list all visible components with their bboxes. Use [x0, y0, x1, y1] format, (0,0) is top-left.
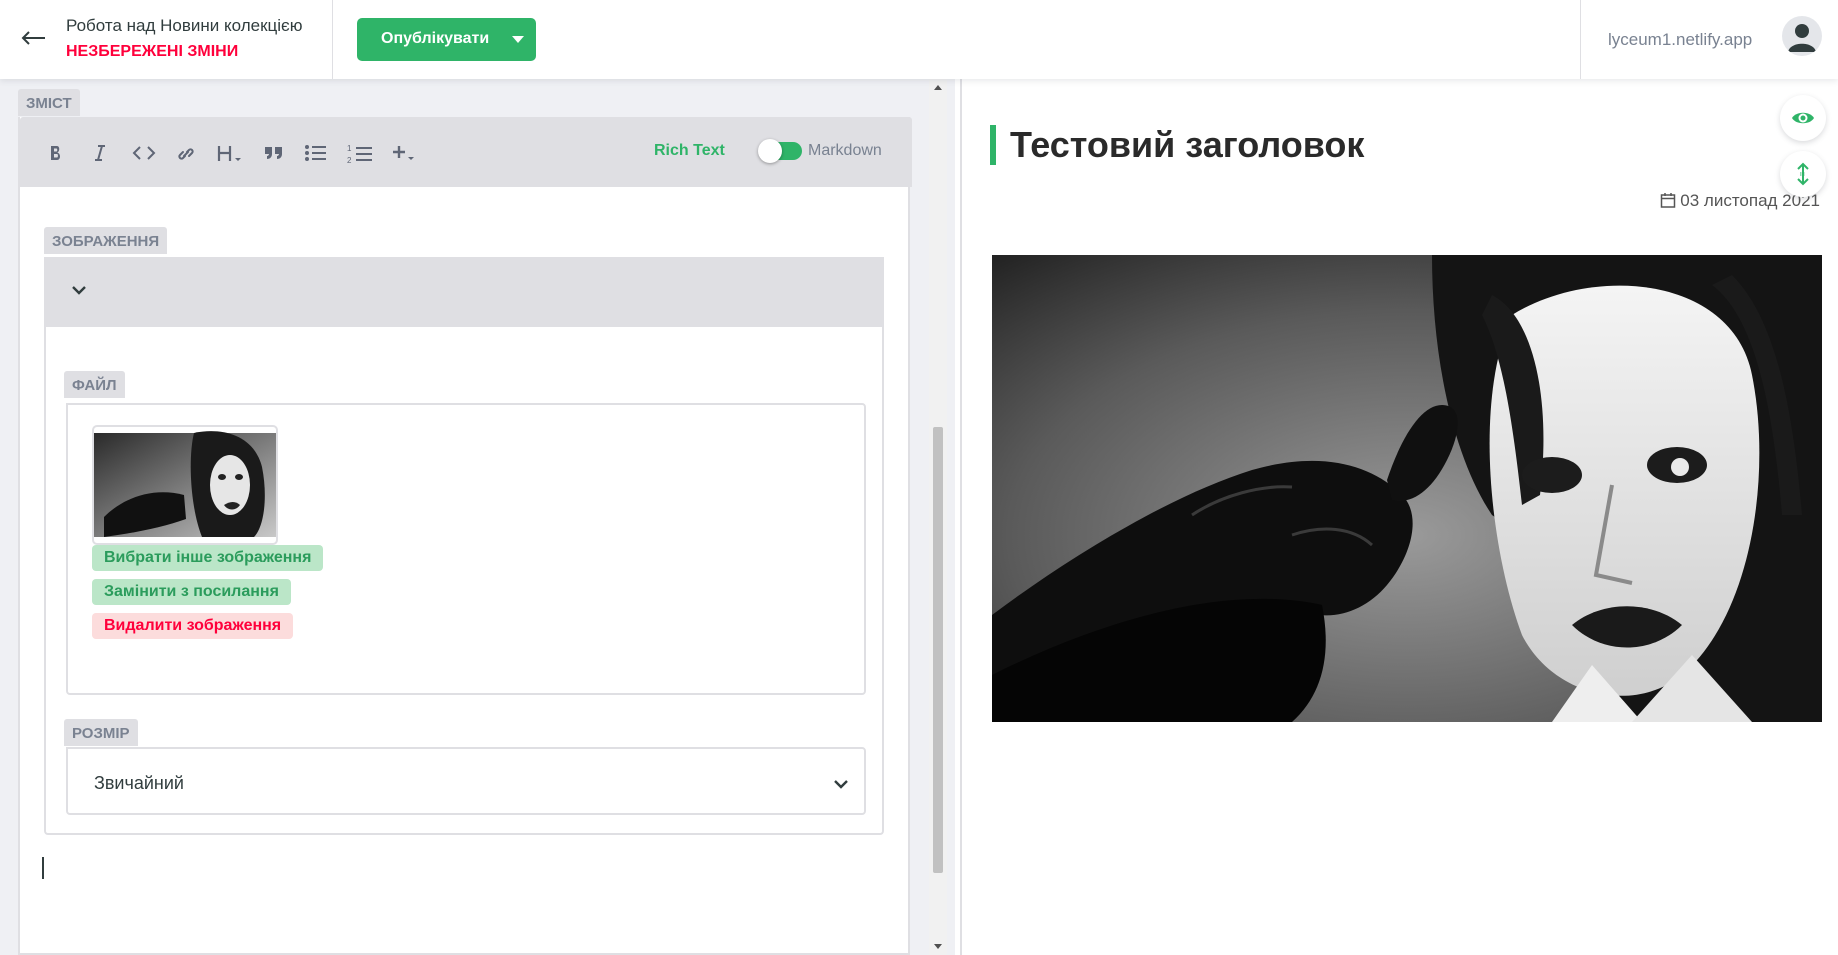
- calendar-icon: [1660, 193, 1675, 208]
- numbered-list-icon[interactable]: 12: [342, 137, 378, 169]
- remove-image-button[interactable]: Видалити зображення: [92, 613, 294, 639]
- unsaved-status: НЕЗБЕРЕЖЕНІ ЗМІНИ: [66, 43, 239, 60]
- divider: [332, 0, 333, 79]
- editor-scrollbar[interactable]: [929, 79, 947, 955]
- bold-icon[interactable]: [38, 137, 74, 169]
- file-field-label: ФАЙЛ: [64, 371, 125, 398]
- collapse-toggle[interactable]: [46, 257, 882, 327]
- heading-icon[interactable]: [212, 137, 248, 169]
- scroll-up-icon[interactable]: [934, 85, 942, 90]
- user-avatar-icon[interactable]: [1782, 16, 1822, 56]
- mode-toggle[interactable]: [758, 139, 802, 163]
- italic-icon[interactable]: [82, 137, 118, 169]
- chevron-down-icon[interactable]: [70, 281, 88, 299]
- collection-title: Робота над Новини колекцією: [66, 16, 303, 35]
- scroll-thumb[interactable]: [933, 427, 943, 873]
- size-select-value: Звичайний: [94, 773, 184, 793]
- preview-title: Тестовий заголовок: [990, 125, 1364, 165]
- image-thumbnail[interactable]: [92, 425, 278, 545]
- eye-icon: [1792, 112, 1814, 124]
- choose-other-image-button[interactable]: Вибрати інше зображення: [92, 545, 324, 571]
- image-widget-label: ЗОБРАЖЕННЯ: [44, 227, 168, 254]
- sync-scroll-icon: [1797, 162, 1809, 186]
- top-bar: Робота над Новини колекцією НЕЗБЕРЕЖЕНІ …: [0, 0, 1838, 79]
- toggle-knob: [758, 139, 782, 163]
- site-link[interactable]: lyceum1.netlify.app: [1608, 30, 1752, 50]
- chevron-down-icon[interactable]: [512, 36, 524, 43]
- file-field: Вибрати інше зображення Замінити з посил…: [66, 403, 866, 695]
- link-icon[interactable]: [168, 137, 204, 169]
- svg-text:1: 1: [347, 144, 352, 153]
- content-field-label: ЗМІСТ: [18, 89, 80, 116]
- editor-toolbar: 12 Rich Text Markdown: [20, 117, 912, 187]
- sync-scroll-button[interactable]: [1780, 151, 1826, 197]
- preview-image: [992, 255, 1822, 722]
- arrow-left-icon[interactable]: [18, 22, 52, 56]
- rich-text-label[interactable]: Rich Text: [654, 142, 725, 160]
- publish-label: Опублікувати: [381, 30, 490, 47]
- chevron-down-icon[interactable]: [832, 775, 850, 793]
- quote-icon[interactable]: [256, 137, 292, 169]
- size-field-label: РОЗМІР: [64, 719, 138, 746]
- scroll-down-icon[interactable]: [934, 944, 942, 949]
- replace-from-url-button[interactable]: Замінити з посилання: [92, 579, 291, 605]
- code-icon[interactable]: [126, 137, 162, 169]
- add-component-icon[interactable]: [386, 137, 422, 169]
- markdown-label[interactable]: Markdown: [808, 142, 882, 160]
- divider: [1580, 0, 1581, 79]
- size-select[interactable]: Звичайний: [66, 747, 866, 815]
- svg-text:2: 2: [347, 156, 352, 165]
- image-widget: ФАЙЛ Вибрати інше зображення Замінити з …: [44, 257, 884, 835]
- publish-button[interactable]: Опублікувати: [357, 18, 536, 61]
- text-cursor: [42, 857, 44, 879]
- editor-pane: ЗМІСТ 12 Rich Text Markdown ЗОБРАЖЕННЯ Ф…: [0, 79, 955, 955]
- bulleted-list-icon[interactable]: [298, 137, 334, 169]
- toggle-preview-button[interactable]: [1780, 95, 1826, 141]
- preview-pane: Тестовий заголовок 03 листопад 2021: [960, 79, 1838, 955]
